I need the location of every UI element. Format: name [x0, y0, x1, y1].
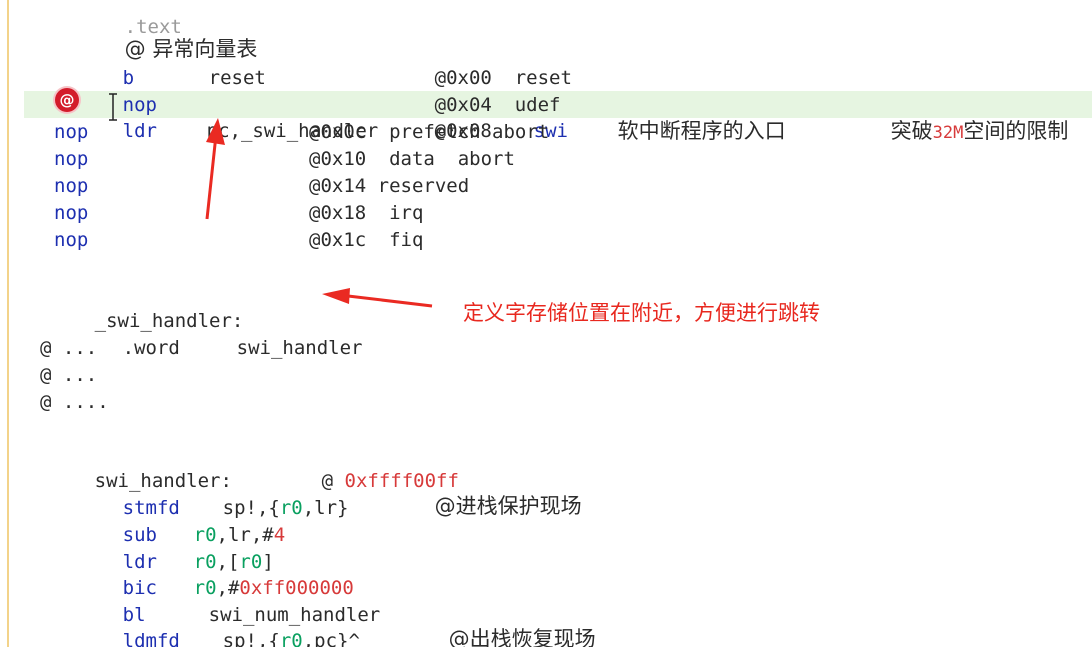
arrow-up-icon — [205, 118, 225, 220]
annotation-note: 定义字存储位置在附近，方便进行跳转 — [463, 301, 820, 325]
arrow-left-icon — [322, 288, 433, 308]
screenshot-page: .text @ 异常向量表 b reset @0x00 reset nop @0… — [0, 0, 1092, 647]
